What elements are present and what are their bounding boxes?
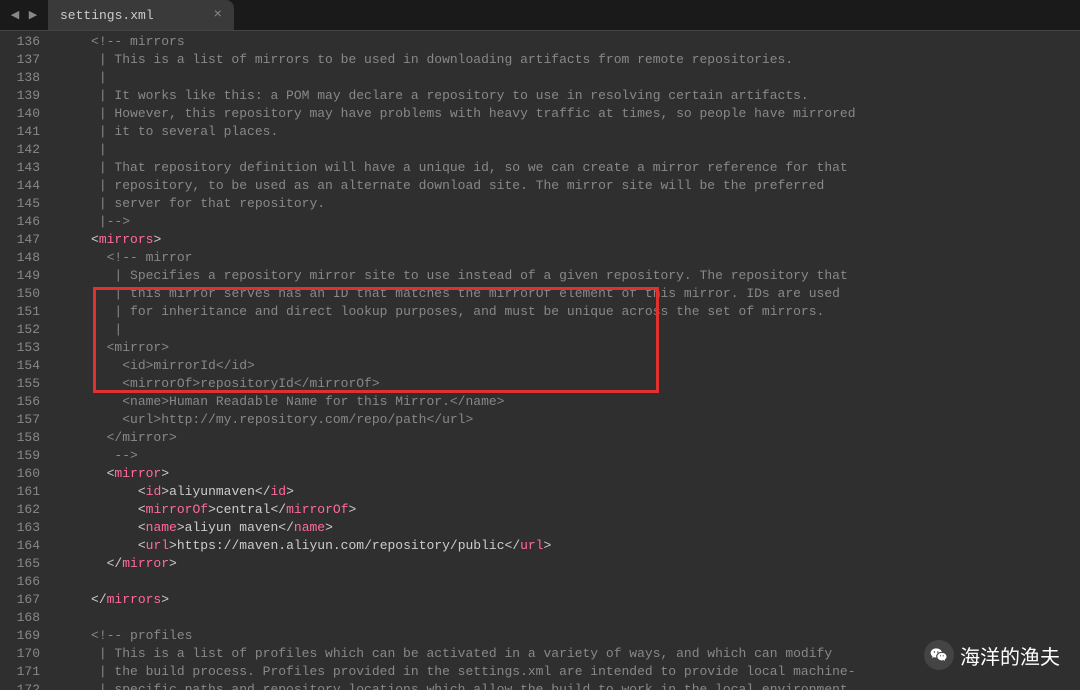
line-number: 140 [0, 105, 40, 123]
code-line: --> [52, 447, 1080, 465]
line-number: 145 [0, 195, 40, 213]
line-number: 166 [0, 573, 40, 591]
line-number: 150 [0, 285, 40, 303]
line-number: 158 [0, 429, 40, 447]
line-number: 167 [0, 591, 40, 609]
file-tab[interactable]: settings.xml × [48, 0, 234, 30]
line-number: 139 [0, 87, 40, 105]
line-number: 155 [0, 375, 40, 393]
line-number: 172 [0, 681, 40, 690]
line-number: 156 [0, 393, 40, 411]
code-line [52, 573, 1080, 591]
code-line: </mirror> [52, 429, 1080, 447]
close-icon[interactable]: × [214, 7, 222, 23]
code-line: </mirror> [52, 555, 1080, 573]
code-line: | [52, 69, 1080, 87]
line-number: 168 [0, 609, 40, 627]
code-line: | server for that repository. [52, 195, 1080, 213]
line-number: 136 [0, 33, 40, 51]
code-line: | repository, to be used as an alternate… [52, 177, 1080, 195]
back-icon[interactable]: ◀ [8, 8, 22, 22]
line-number: 153 [0, 339, 40, 357]
code-line: | [52, 321, 1080, 339]
code-line: <mirror> [52, 465, 1080, 483]
code-line: | [52, 141, 1080, 159]
line-number: 146 [0, 213, 40, 231]
code-line: <id>aliyunmaven</id> [52, 483, 1080, 501]
line-number: 162 [0, 501, 40, 519]
line-number: 148 [0, 249, 40, 267]
code-line: | Specifies a repository mirror site to … [52, 267, 1080, 285]
line-number: 151 [0, 303, 40, 321]
line-number: 157 [0, 411, 40, 429]
code-line: <mirrorOf>central</mirrorOf> [52, 501, 1080, 519]
code-line: <mirrors> [52, 231, 1080, 249]
line-number: 152 [0, 321, 40, 339]
code-line: | However, this repository may have prob… [52, 105, 1080, 123]
line-number: 163 [0, 519, 40, 537]
tab-title: settings.xml [60, 8, 154, 23]
code-line: </mirrors> [52, 591, 1080, 609]
forward-icon[interactable]: ▶ [26, 8, 40, 22]
code-line: |--> [52, 213, 1080, 231]
line-number: 149 [0, 267, 40, 285]
editor: 1361371381391401411421431441451461471481… [0, 31, 1080, 690]
code-line: <name>aliyun maven</name> [52, 519, 1080, 537]
line-number: 165 [0, 555, 40, 573]
code-line: | This is a list of mirrors to be used i… [52, 51, 1080, 69]
watermark-text: 海洋的渔夫 [960, 641, 1060, 670]
line-number: 143 [0, 159, 40, 177]
code-line: <url>https://maven.aliyun.com/repository… [52, 537, 1080, 555]
line-number: 138 [0, 69, 40, 87]
wechat-icon [924, 640, 954, 670]
code-line: | That repository definition will have a… [52, 159, 1080, 177]
title-bar: ◀ ▶ settings.xml × [0, 0, 1080, 31]
code-line: <name>Human Readable Name for this Mirro… [52, 393, 1080, 411]
code-line: | specific paths and repository location… [52, 681, 1080, 690]
code-line: <!-- mirror [52, 249, 1080, 267]
line-number: 170 [0, 645, 40, 663]
code-line: | for inheritance and direct lookup purp… [52, 303, 1080, 321]
line-number: 159 [0, 447, 40, 465]
line-number: 147 [0, 231, 40, 249]
code-line: | it to several places. [52, 123, 1080, 141]
code-line: | It works like this: a POM may declare … [52, 87, 1080, 105]
code-line: <mirrorOf>repositoryId</mirrorOf> [52, 375, 1080, 393]
line-number-gutter: 1361371381391401411421431441451461471481… [0, 31, 48, 690]
line-number: 144 [0, 177, 40, 195]
nav-controls: ◀ ▶ [0, 8, 48, 22]
code-line: <mirror> [52, 339, 1080, 357]
line-number: 169 [0, 627, 40, 645]
code-line: <!-- mirrors [52, 33, 1080, 51]
line-number: 137 [0, 51, 40, 69]
line-number: 160 [0, 465, 40, 483]
line-number: 171 [0, 663, 40, 681]
code-line [52, 609, 1080, 627]
watermark: 海洋的渔夫 [924, 640, 1060, 670]
code-line: <url>http://my.repository.com/repo/path<… [52, 411, 1080, 429]
line-number: 142 [0, 141, 40, 159]
line-number: 161 [0, 483, 40, 501]
line-number: 164 [0, 537, 40, 555]
line-number: 141 [0, 123, 40, 141]
code-line: <id>mirrorId</id> [52, 357, 1080, 375]
code-area[interactable]: <!-- mirrors | This is a list of mirrors… [48, 31, 1080, 690]
code-line: | this mirror serves has an ID that matc… [52, 285, 1080, 303]
line-number: 154 [0, 357, 40, 375]
